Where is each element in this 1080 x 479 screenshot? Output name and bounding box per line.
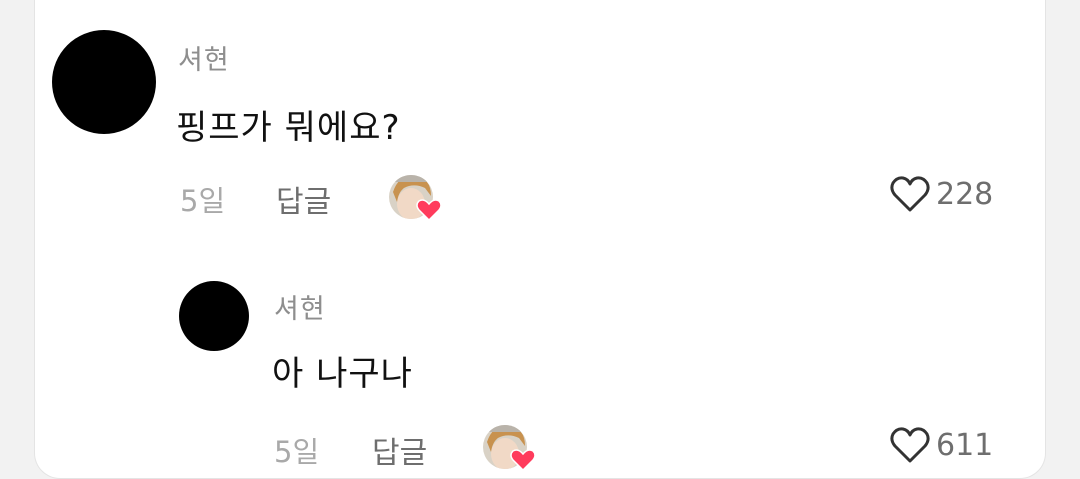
creator-liked-avatar-icon <box>481 422 536 472</box>
like-button[interactable]: 228 <box>890 175 993 213</box>
comment-username[interactable]: 셔현 <box>178 38 230 77</box>
reply-button[interactable]: 답글 <box>372 428 427 472</box>
like-count: 611 <box>936 427 994 463</box>
like-button[interactable]: 611 <box>890 426 993 464</box>
comment-time: 5일 <box>180 184 226 218</box>
comment-thread: 셔현 핑프가 뭐에요? 5일 답글 228 셔현 아 나구나 5일 답글 611 <box>34 0 1046 479</box>
avatar[interactable] <box>179 281 249 351</box>
like-count: 228 <box>936 176 994 212</box>
comment-username[interactable]: 셔현 <box>274 287 326 326</box>
heart-outline-icon <box>890 176 930 212</box>
comment-text: 핑프가 뭐에요? <box>176 108 401 148</box>
avatar[interactable] <box>52 30 156 134</box>
creator-liked-avatar-icon <box>387 172 442 222</box>
reply-button[interactable]: 답글 <box>276 177 331 221</box>
comment-text: 아 나구나 <box>272 354 413 394</box>
comment-time: 5일 <box>274 435 320 469</box>
heart-outline-icon <box>890 427 930 463</box>
